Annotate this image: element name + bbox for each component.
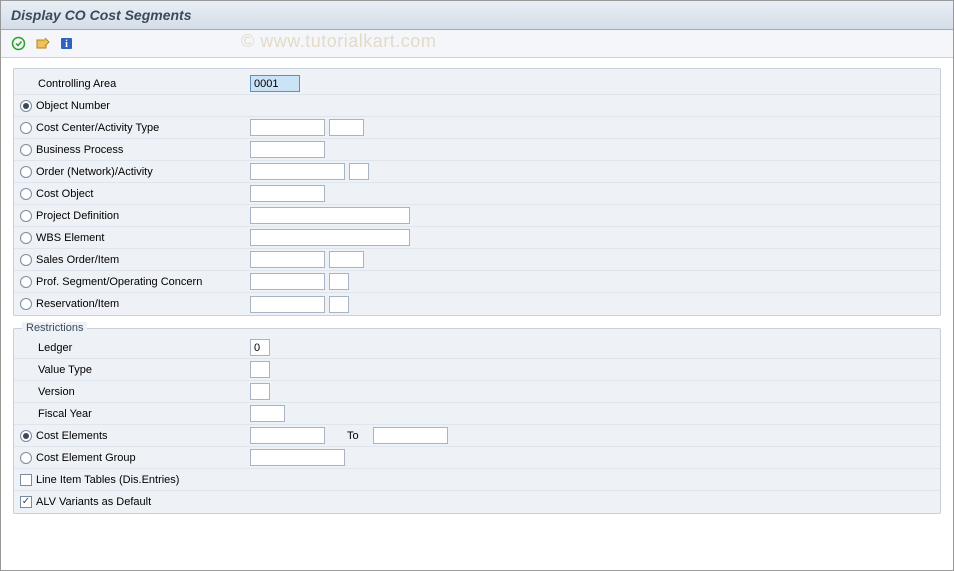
business-process-radio[interactable] [20,144,32,156]
order-network-label: Order (Network)/Activity [36,166,153,178]
restrictions-panel: Restrictions Ledger Value Type Version F… [13,328,941,514]
cost-center-activity-label: Cost Center/Activity Type [36,122,159,134]
reservation-input[interactable] [250,296,325,313]
cost-elements-radio[interactable] [20,430,32,442]
object-number-radio[interactable] [20,100,32,112]
execute-icon[interactable] [9,35,27,53]
sales-order-input[interactable] [250,251,325,268]
wbs-element-radio[interactable] [20,232,32,244]
project-definition-radio[interactable] [20,210,32,222]
controlling-area-input[interactable] [250,75,300,92]
prof-segment-label: Prof. Segment/Operating Concern [36,276,202,288]
line-item-tables-checkbox[interactable] [20,474,32,486]
cost-center-input[interactable] [250,119,325,136]
reservation-item-radio[interactable] [20,298,32,310]
version-input[interactable] [250,383,270,400]
value-type-input[interactable] [250,361,270,378]
info-icon[interactable]: i [57,35,75,53]
version-label: Version [20,386,250,398]
activity-input[interactable] [349,163,369,180]
toolbar: i [1,30,953,58]
cost-object-radio[interactable] [20,188,32,200]
sales-order-item-label: Sales Order/Item [36,254,119,266]
wbs-element-label: WBS Element [36,232,104,244]
cost-element-group-radio[interactable] [20,452,32,464]
prof-segment-input[interactable] [250,273,325,290]
business-process-label: Business Process [36,144,123,156]
cost-elements-label: Cost Elements [36,430,108,442]
reservation-item-input[interactable] [329,296,349,313]
project-definition-input[interactable] [250,207,410,224]
to-label: To [347,430,359,442]
reservation-item-label: Reservation/Item [36,298,119,310]
line-item-tables-label: Line Item Tables (Dis.Entries) [36,474,179,486]
cost-object-input[interactable] [250,185,325,202]
sales-order-item-radio[interactable] [20,254,32,266]
object-number-label: Object Number [36,100,110,112]
ledger-label: Ledger [20,342,250,354]
page-title: Display CO Cost Segments [1,1,953,30]
restrictions-title: Restrictions [22,322,87,334]
wbs-element-input[interactable] [250,229,410,246]
ledger-input[interactable] [250,339,270,356]
project-definition-label: Project Definition [36,210,119,222]
fiscal-year-label: Fiscal Year [20,408,250,420]
get-variant-icon[interactable] [33,35,51,53]
object-selection-panel: Controlling Area Object Number Cost Cent… [13,68,941,316]
order-network-input[interactable] [250,163,345,180]
cost-center-activity-radio[interactable] [20,122,32,134]
sales-item-input[interactable] [329,251,364,268]
alv-variants-label: ALV Variants as Default [36,496,151,508]
alv-variants-checkbox[interactable]: ✓ [20,496,32,508]
prof-segment-radio[interactable] [20,276,32,288]
fiscal-year-input[interactable] [250,405,285,422]
controlling-area-label: Controlling Area [20,78,250,90]
order-network-radio[interactable] [20,166,32,178]
activity-type-input[interactable] [329,119,364,136]
cost-element-group-label: Cost Element Group [36,452,136,464]
cost-elements-to-input[interactable] [373,427,448,444]
business-process-input[interactable] [250,141,325,158]
cost-object-label: Cost Object [36,188,93,200]
value-type-label: Value Type [20,364,250,376]
operating-concern-input[interactable] [329,273,349,290]
svg-text:i: i [65,39,68,50]
cost-elements-from-input[interactable] [250,427,325,444]
cost-element-group-input[interactable] [250,449,345,466]
